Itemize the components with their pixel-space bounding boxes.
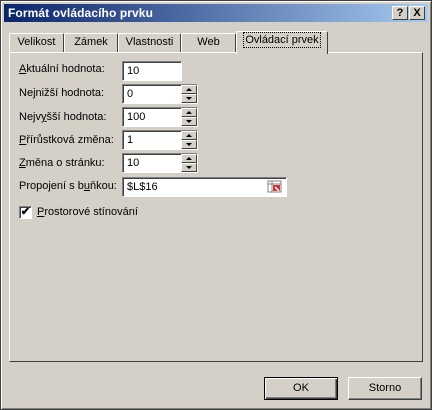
increment-label: Přírůstková změna: — [19, 134, 114, 146]
help-button[interactable]: ? — [392, 6, 408, 20]
shading-label[interactable]: Prostorové stínování — [37, 206, 138, 218]
spin-down-icon[interactable] — [181, 94, 197, 103]
spin-down-icon[interactable] — [181, 140, 197, 149]
max-value-label: Nejvyšší hodnota: — [19, 111, 107, 123]
page-change-label: Změna o stránku: — [19, 157, 105, 169]
min-value-label: Nejnižší hodnota: — [19, 87, 105, 99]
range-select-icon[interactable] — [267, 180, 283, 194]
spin-down-icon[interactable] — [181, 163, 197, 172]
ok-button[interactable]: OK — [264, 377, 338, 400]
current-value-label: Aktuální hodnota: — [19, 63, 105, 75]
title-bar: Formát ovládacího prvku ? X — [4, 4, 428, 22]
shading-checkbox[interactable]: ✔ — [19, 206, 32, 219]
spin-up-icon[interactable] — [181, 131, 197, 140]
cell-link-label: Propojení s buňkou: — [19, 180, 117, 192]
tab-vlastnosti[interactable]: Vlastnosti — [118, 33, 181, 52]
spin-up-icon[interactable] — [181, 108, 197, 117]
spin-up-icon[interactable] — [181, 85, 197, 94]
tab-velikost[interactable]: Velikost — [9, 33, 64, 52]
min-value-spinner[interactable] — [181, 85, 197, 103]
current-value-input[interactable]: 10 — [122, 61, 182, 81]
increment-spinner[interactable] — [181, 131, 197, 149]
dialog-window: Formát ovládacího prvku ? X Velikost Zám… — [0, 0, 432, 410]
cancel-button[interactable]: Storno — [348, 377, 422, 400]
max-value-spinner[interactable] — [181, 108, 197, 126]
cell-link-input[interactable]: $L$16 — [122, 177, 287, 197]
spin-down-icon[interactable] — [181, 117, 197, 126]
tab-zamek[interactable]: Zámek — [64, 33, 118, 52]
dialog-title: Formát ovládacího prvku — [8, 6, 153, 20]
tab-web[interactable]: Web — [181, 33, 236, 52]
page-change-spinner[interactable] — [181, 154, 197, 172]
tab-ovladaci-prvek[interactable]: Ovládací prvek — [236, 31, 328, 54]
spin-up-icon[interactable] — [181, 154, 197, 163]
close-button[interactable]: X — [409, 6, 425, 20]
